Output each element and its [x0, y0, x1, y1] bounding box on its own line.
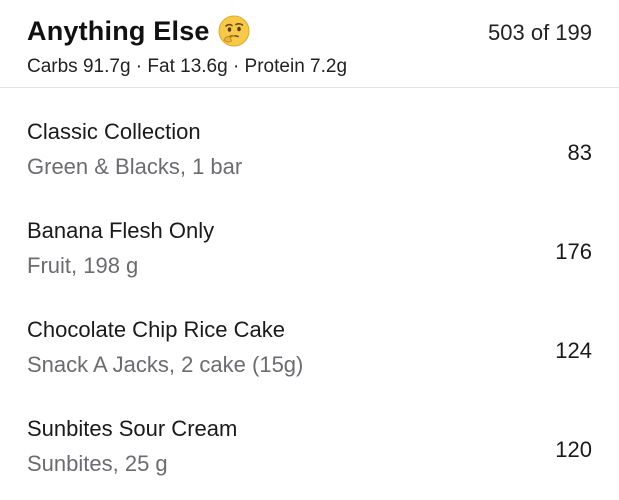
food-detail: Green & Blacks, 1 bar	[27, 154, 243, 179]
food-item[interactable]: Banana Flesh Only Fruit, 198 g 176	[0, 187, 619, 286]
meal-title-text: Anything Else	[27, 15, 210, 46]
food-name: Chocolate Chip Rice Cake	[27, 317, 286, 342]
food-name: Banana Flesh Only	[27, 218, 215, 243]
food-calories: 120	[555, 437, 592, 462]
food-detail: Sunbites, 25 g	[27, 451, 168, 476]
food-name: Sunbites Sour Cream	[27, 416, 238, 441]
food-detail: Snack A Jacks, 2 cake (15g)	[27, 352, 304, 377]
macro-summary: Carbs 91.7g · Fat 13.6g · Protein 7.2g	[27, 56, 348, 77]
thinking-face-icon	[218, 15, 250, 47]
food-list: Classic Collection Green & Blacks, 1 bar…	[0, 88, 619, 484]
calorie-totals: 503 of 199	[488, 20, 592, 45]
meal-header: Anything Else Carbs 91.7g · Fat 13.6g · …	[0, 0, 619, 88]
food-item[interactable]: Sunbites Sour Cream Sunbites, 25 g 120	[0, 385, 619, 484]
food-calories: 124	[555, 338, 592, 363]
food-name: Classic Collection	[27, 119, 201, 144]
food-item[interactable]: Chocolate Chip Rice Cake Snack A Jacks, …	[0, 286, 619, 385]
meal-title: Anything Else	[27, 15, 250, 47]
food-calories: 176	[555, 239, 592, 264]
food-detail: Fruit, 198 g	[27, 253, 139, 278]
food-calories: 83	[567, 140, 592, 165]
food-item[interactable]: Classic Collection Green & Blacks, 1 bar…	[0, 88, 619, 187]
